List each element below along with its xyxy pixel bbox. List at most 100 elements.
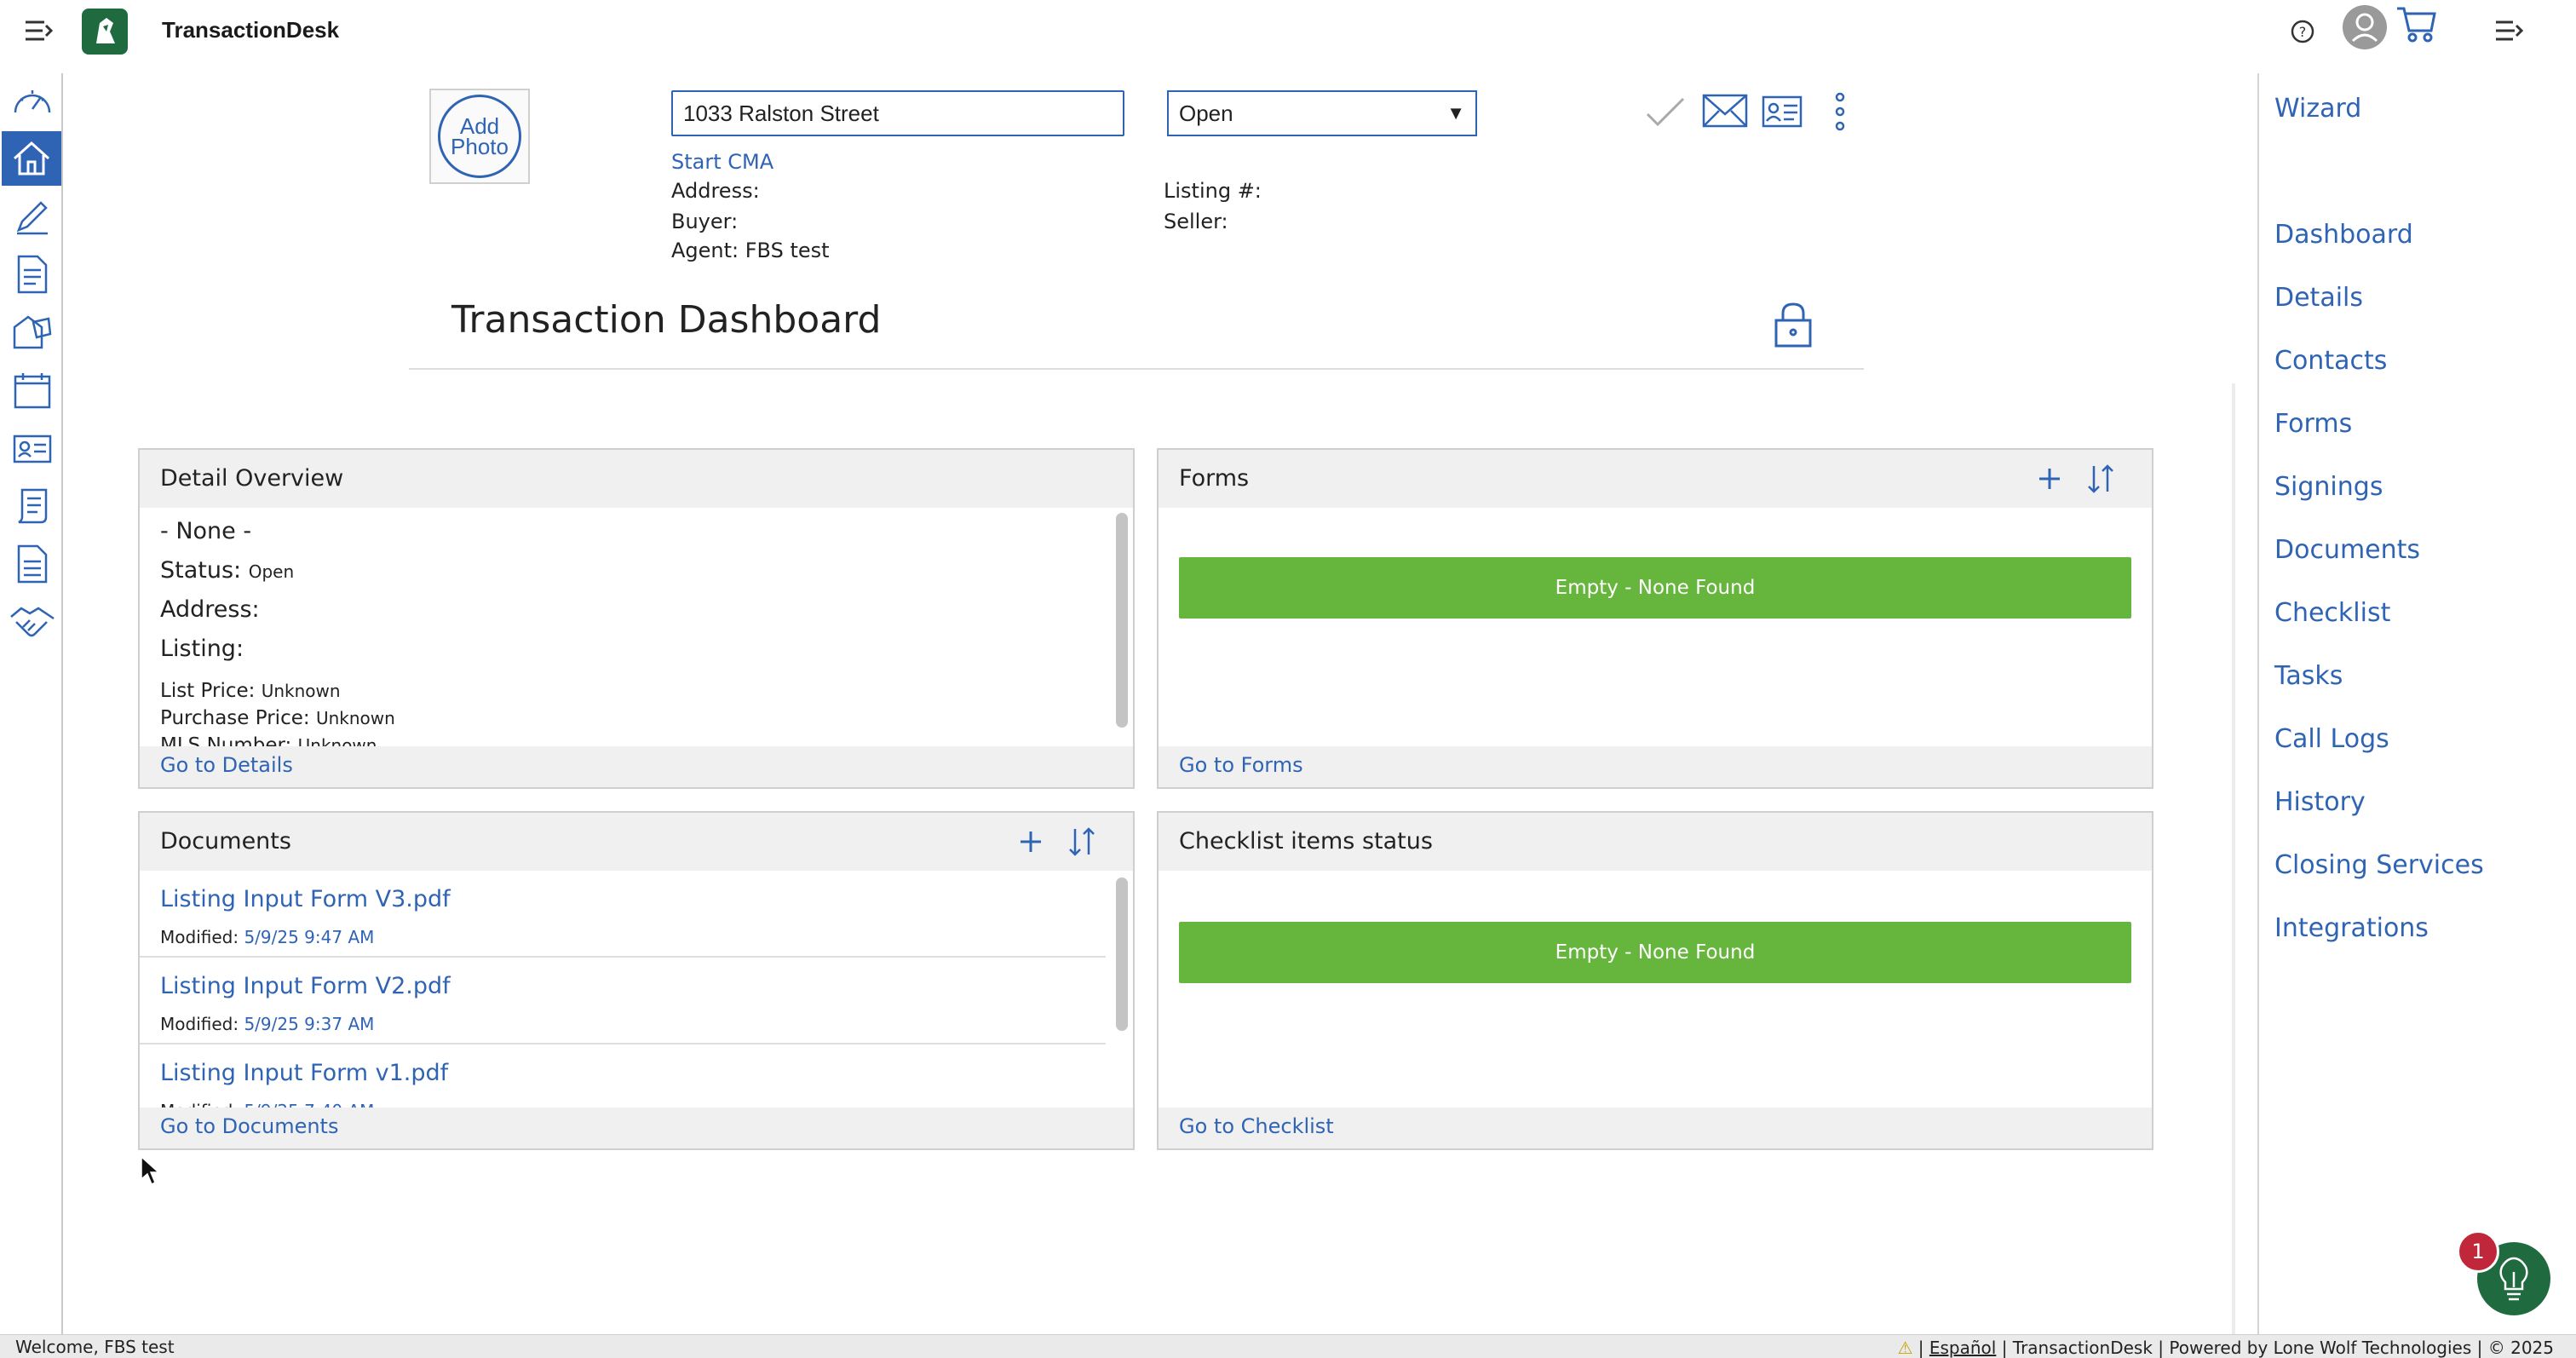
- footer-credits: | TransactionDesk | Powered by Lone Wolf…: [2001, 1338, 2554, 1358]
- espanol-link[interactable]: Español: [1929, 1338, 1996, 1358]
- nav-call-logs[interactable]: Call Logs: [2274, 724, 2389, 754]
- warning-icon: ⚠: [1897, 1338, 1913, 1358]
- listings-house-icon[interactable]: [5, 305, 60, 360]
- panel-header: Documents: [140, 813, 1133, 871]
- handshake-icon[interactable]: [5, 595, 60, 649]
- sort-icon[interactable]: [2084, 462, 2118, 496]
- nav-checklist[interactable]: Checklist: [2274, 598, 2390, 628]
- panel-body[interactable]: - None - Status: Open Address: Listing: …: [140, 508, 1133, 746]
- documents-scrollbar[interactable]: [1116, 878, 1128, 1031]
- start-cma-link[interactable]: Start CMA: [671, 150, 773, 174]
- status-select-value: Open: [1179, 100, 1233, 126]
- listing-number-label: Listing #:: [1164, 179, 1262, 203]
- nav-details[interactable]: Details: [2274, 283, 2363, 313]
- add-photo-circle: Add Photo: [438, 95, 521, 178]
- checkmark-icon[interactable]: [1644, 95, 1687, 133]
- checklist-empty-banner: Empty - None Found: [1179, 922, 2131, 983]
- panel-body[interactable]: Listing Input Form V3.pdf Modified: 5/9/…: [140, 871, 1133, 1108]
- go-to-checklist-link[interactable]: Go to Checklist: [1179, 1114, 1334, 1138]
- transactions-home-icon[interactable]: [2, 131, 61, 186]
- welcome-text: Welcome, FBS test: [15, 1337, 175, 1357]
- add-form-plus-icon[interactable]: [2033, 462, 2067, 496]
- panel-footer: Go to Forms: [1159, 746, 2152, 787]
- go-to-details-link[interactable]: Go to Details: [160, 753, 293, 777]
- panel-body: Empty - None Found: [1159, 508, 2152, 746]
- pen-edit-icon[interactable]: [5, 189, 60, 244]
- panel-title: Documents: [160, 828, 291, 855]
- nav-wizard[interactable]: Wizard: [2274, 94, 2361, 124]
- contact-card-icon[interactable]: [1762, 95, 1803, 131]
- calendar-icon[interactable]: [5, 363, 60, 417]
- collapse-right-panel-icon[interactable]: [2494, 19, 2525, 46]
- nav-signings[interactable]: Signings: [2274, 472, 2383, 502]
- forms-panel: Forms Empty - None Found Go to Forms: [1157, 448, 2153, 789]
- page-title: Transaction Dashboard: [451, 298, 882, 342]
- buyer-label: Buyer:: [671, 210, 739, 233]
- detail-none: - None -: [160, 518, 252, 544]
- right-nav-panel: Wizard Dashboard Details Contacts Forms …: [2257, 73, 2576, 1334]
- go-to-documents-link[interactable]: Go to Documents: [160, 1114, 338, 1138]
- purchase-price-label: Purchase Price:: [160, 707, 310, 729]
- nav-history[interactable]: History: [2274, 787, 2366, 817]
- detail-status: Status: Open: [160, 557, 294, 584]
- document-name-link[interactable]: Listing Input Form V3.pdf: [160, 886, 451, 912]
- transaction-status-select[interactable]: Open ▼: [1167, 90, 1477, 136]
- more-options-icon[interactable]: [1831, 92, 1849, 135]
- nav-tasks[interactable]: Tasks: [2274, 661, 2343, 691]
- user-avatar-icon[interactable]: [2341, 3, 2389, 55]
- lock-icon[interactable]: [1774, 302, 1813, 351]
- agent-label: Agent: FBS test: [671, 239, 830, 262]
- detail-scrollbar[interactable]: [1116, 513, 1128, 728]
- go-to-forms-link[interactable]: Go to Forms: [1179, 753, 1303, 777]
- report-document-icon[interactable]: [5, 537, 60, 591]
- panel-body: Empty - None Found: [1159, 871, 2152, 1108]
- document-row[interactable]: Listing Input Form V3.pdf Modified: 5/9/…: [140, 871, 1106, 958]
- expand-menu-icon[interactable]: [24, 19, 55, 43]
- title-divider: [409, 368, 1864, 370]
- panel-header: Forms: [1159, 450, 2152, 508]
- email-envelope-icon[interactable]: [1702, 94, 1748, 131]
- detail-mls-number: MLS Number: Unknown: [160, 734, 377, 746]
- detail-address-label: Address:: [160, 596, 260, 623]
- add-document-plus-icon[interactable]: [1014, 825, 1048, 859]
- document-name-link[interactable]: Listing Input Form v1.pdf: [160, 1060, 448, 1086]
- forms-document-icon[interactable]: [5, 247, 60, 302]
- document-modified: Modified: 5/9/25 7:40 AM: [160, 1101, 374, 1108]
- contacts-card-icon[interactable]: [5, 421, 60, 475]
- panel-title: Detail Overview: [160, 465, 344, 492]
- app-logo[interactable]: [82, 9, 128, 55]
- mouse-cursor-icon: [140, 1155, 160, 1189]
- nav-documents[interactable]: Documents: [2274, 535, 2420, 565]
- purchase-price-value: Unknown: [315, 708, 395, 728]
- document-modified: Modified: 5/9/25 9:37 AM: [160, 1014, 375, 1034]
- detail-status-value: Open: [248, 561, 295, 582]
- panel-header: Checklist items status: [1159, 813, 2152, 871]
- svg-text:?: ?: [2299, 24, 2307, 40]
- forms-empty-banner: Empty - None Found: [1179, 557, 2131, 619]
- nav-contacts[interactable]: Contacts: [2274, 346, 2387, 376]
- nav-integrations[interactable]: Integrations: [2274, 913, 2429, 943]
- document-row[interactable]: Listing Input Form v1.pdf Modified: 5/9/…: [140, 1044, 1106, 1108]
- detail-status-label: Status:: [160, 557, 242, 584]
- mls-value: Unknown: [297, 735, 377, 746]
- nav-closing-services[interactable]: Closing Services: [2274, 850, 2484, 880]
- cart-icon[interactable]: [2395, 5, 2438, 48]
- detail-listing-label: Listing:: [160, 636, 244, 662]
- nav-dashboard[interactable]: Dashboard: [2274, 220, 2413, 250]
- list-price-value: Unknown: [261, 681, 341, 701]
- document-name-link[interactable]: Listing Input Form V2.pdf: [160, 973, 451, 999]
- transaction-name-input[interactable]: [671, 90, 1124, 136]
- add-photo-label-line2: Photo: [451, 134, 509, 159]
- panel-header: Detail Overview: [140, 450, 1133, 508]
- dashboard-gauge-icon[interactable]: [5, 73, 60, 128]
- scroll-document-icon[interactable]: [5, 479, 60, 533]
- add-photo-button[interactable]: Add Photo: [429, 89, 530, 184]
- detail-list-price: List Price: Unknown: [160, 680, 341, 702]
- nav-forms[interactable]: Forms: [2274, 409, 2352, 439]
- content-scroll-gutter: [2232, 383, 2235, 1334]
- left-icon-rail: [0, 73, 63, 1334]
- sort-icon[interactable]: [1065, 825, 1099, 859]
- seller-label: Seller:: [1164, 210, 1228, 233]
- help-icon[interactable]: ?: [2290, 19, 2315, 48]
- document-row[interactable]: Listing Input Form V2.pdf Modified: 5/9/…: [140, 958, 1106, 1044]
